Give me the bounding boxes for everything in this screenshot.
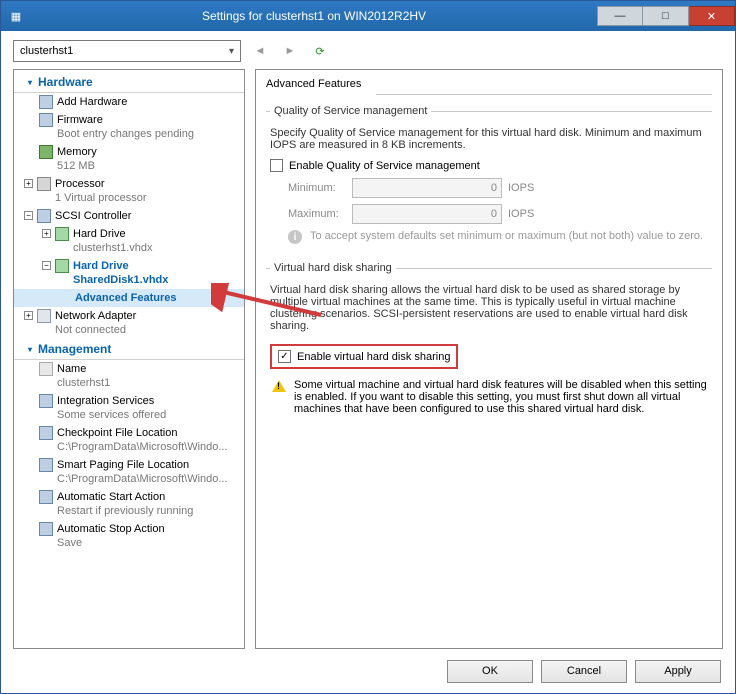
sharing-description: Virtual hard disk sharing allows the vir… — [270, 284, 708, 332]
max-label: Maximum: — [288, 208, 346, 220]
tree-hard-drive-2[interactable]: − Hard Drive SharedDisk1.vhdx — [14, 257, 244, 289]
vm-selector[interactable]: clusterhst1 ▾ — [13, 40, 241, 62]
panel-heading: Advanced Features — [266, 78, 712, 90]
qos-info-text: To accept system defaults set minimum or… — [310, 230, 703, 244]
window-title: Settings for clusterhst1 on WIN2012R2HV — [31, 9, 597, 23]
enable-sharing-label: Enable virtual hard disk sharing — [297, 351, 450, 363]
min-label: Minimum: — [288, 182, 346, 194]
management-group-header[interactable]: Management — [14, 339, 244, 360]
tree-memory[interactable]: Memory 512 MB — [14, 143, 244, 175]
apply-button[interactable]: Apply — [635, 660, 721, 683]
processor-icon — [37, 177, 51, 191]
qos-legend: Quality of Service management — [270, 105, 431, 117]
add-hardware-icon — [39, 95, 53, 109]
integration-icon — [39, 394, 53, 408]
sharing-warning-text: Some virtual machine and virtual hard di… — [294, 379, 708, 415]
tree-network-adapter[interactable]: + Network Adapter Not connected — [14, 307, 244, 339]
nav-back-button[interactable]: ◄ — [249, 40, 271, 62]
auto-stop-icon — [39, 522, 53, 536]
smart-paging-icon — [39, 458, 53, 472]
ok-button[interactable]: OK — [447, 660, 533, 683]
expand-icon[interactable]: + — [24, 179, 33, 188]
enable-qos-label: Enable Quality of Service management — [289, 160, 480, 172]
tree-name[interactable]: Name clusterhst1 — [14, 360, 244, 392]
name-icon — [39, 362, 53, 376]
tree-automatic-start-action[interactable]: Automatic Start Action Restart if previo… — [14, 488, 244, 520]
enable-qos-checkbox[interactable] — [270, 159, 283, 172]
disk-icon — [55, 227, 69, 241]
sharing-legend: Virtual hard disk sharing — [270, 262, 396, 274]
nav-forward-button[interactable]: ► — [279, 40, 301, 62]
network-icon — [37, 309, 51, 323]
min-unit: IOPS — [508, 182, 534, 194]
refresh-button[interactable]: ⟳ — [309, 40, 331, 62]
tree-add-hardware[interactable]: Add Hardware — [14, 93, 244, 111]
warning-icon — [272, 380, 286, 392]
tree-advanced-features[interactable]: Advanced Features — [14, 289, 244, 307]
max-iops-input[interactable]: 0 — [352, 204, 502, 224]
scsi-icon — [37, 209, 51, 223]
auto-start-icon — [39, 490, 53, 504]
checkpoint-icon — [39, 426, 53, 440]
tree-smart-paging-file-location[interactable]: Smart Paging File Location C:\ProgramDat… — [14, 456, 244, 488]
minimize-button[interactable]: — — [597, 6, 643, 26]
collapse-icon[interactable]: − — [24, 211, 33, 220]
disk-icon — [55, 259, 69, 273]
settings-tree[interactable]: Hardware Add Hardware Firmware Boot entr… — [13, 69, 245, 649]
highlight-annotation: Enable virtual hard disk sharing — [270, 344, 458, 369]
dialog-footer: OK Cancel Apply — [1, 649, 735, 693]
info-icon: i — [288, 230, 302, 244]
tree-processor[interactable]: + Processor 1 Virtual processor — [14, 175, 244, 207]
details-panel: Advanced Features Quality of Service man… — [255, 69, 723, 649]
maximize-button[interactable]: □ — [643, 6, 689, 26]
app-icon: ▦ — [1, 10, 31, 23]
sharing-group: Virtual hard disk sharing Virtual hard d… — [266, 262, 712, 419]
tree-integration-services[interactable]: Integration Services Some services offer… — [14, 392, 244, 424]
enable-sharing-checkbox[interactable] — [278, 350, 291, 363]
qos-description: Specify Quality of Service management fo… — [270, 127, 708, 151]
collapse-icon[interactable]: − — [42, 261, 51, 270]
hardware-group-header[interactable]: Hardware — [14, 72, 244, 93]
chevron-down-icon: ▾ — [229, 46, 234, 57]
min-iops-input[interactable]: 0 — [352, 178, 502, 198]
cancel-button[interactable]: Cancel — [541, 660, 627, 683]
tree-hard-drive-1[interactable]: + Hard Drive clusterhst1.vhdx — [14, 225, 244, 257]
tree-scsi-controller[interactable]: − SCSI Controller — [14, 207, 244, 225]
close-button[interactable]: ✕ — [689, 6, 735, 26]
expand-icon[interactable]: + — [24, 311, 33, 320]
title-bar: ▦ Settings for clusterhst1 on WIN2012R2H… — [1, 1, 735, 31]
max-unit: IOPS — [508, 208, 534, 220]
expand-icon[interactable]: + — [42, 229, 51, 238]
qos-group: Quality of Service management Specify Qu… — [266, 105, 712, 248]
tree-checkpoint-file-location[interactable]: Checkpoint File Location C:\ProgramData\… — [14, 424, 244, 456]
firmware-icon — [39, 113, 53, 127]
tree-automatic-stop-action[interactable]: Automatic Stop Action Save — [14, 520, 244, 552]
toolbar: clusterhst1 ▾ ◄ ► ⟳ — [1, 31, 735, 65]
memory-icon — [39, 145, 53, 159]
vm-selector-value: clusterhst1 — [20, 45, 73, 57]
tree-firmware[interactable]: Firmware Boot entry changes pending — [14, 111, 244, 143]
